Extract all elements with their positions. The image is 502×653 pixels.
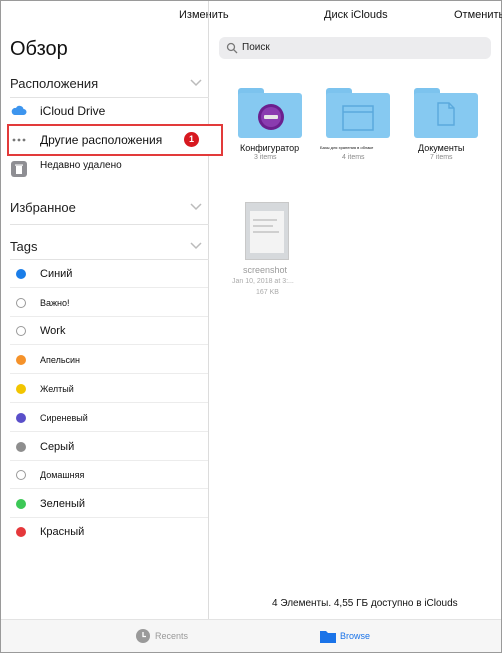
tag-label: Апельсин — [40, 355, 81, 365]
tab-label: Recents — [155, 631, 189, 641]
chevron-down-icon — [190, 242, 202, 250]
tag-item-work[interactable]: Work — [10, 317, 208, 345]
chevron-down-icon — [190, 79, 202, 87]
tab-bar: Recents Browse — [1, 619, 501, 652]
tag-label: Красный — [40, 526, 85, 538]
tag-item-green[interactable]: Зеленый — [10, 490, 208, 518]
sidebar-title: Обзор — [10, 38, 68, 60]
tag-label: Домашняя — [40, 470, 85, 480]
sidebar-item-label: Другие расположения — [40, 133, 163, 147]
tag-label: Серый — [40, 441, 75, 453]
tag-item-lilac[interactable]: Сиреневый — [10, 404, 208, 432]
sidebar-item-recently-deleted[interactable]: Недавно удалено — [10, 156, 208, 182]
tag-color-dot — [16, 470, 26, 480]
chevron-down-icon — [190, 203, 202, 211]
tag-label: Work — [40, 325, 66, 337]
sidebar-item-other-locations[interactable]: Другие расположения — [10, 127, 208, 153]
notification-badge: 1 — [184, 132, 199, 147]
tag-item-yellow[interactable]: Желтый — [10, 375, 208, 403]
thumbnail-line — [253, 231, 279, 233]
search-input[interactable]: Поиск — [219, 37, 491, 59]
favorites-header-label: Избранное — [10, 200, 76, 215]
tag-color-dot — [16, 298, 26, 308]
page-title: Диск iClouds — [324, 9, 388, 21]
cancel-button[interactable]: Отменить — [454, 9, 502, 21]
more-icon — [12, 138, 26, 142]
file-name: Конфигуратор — [240, 143, 300, 153]
storage-status: 4 Элементы. 4,55 ГБ доступно в iClouds — [272, 598, 458, 609]
clock-icon — [136, 629, 150, 643]
tag-color-dot — [16, 269, 26, 279]
tag-color-dot — [16, 499, 26, 509]
icloud-icon — [11, 105, 27, 115]
tag-item-home[interactable]: Домашняя — [10, 461, 208, 489]
locations-section-header[interactable]: Расположения — [10, 72, 202, 96]
tag-item-blue[interactable]: Синий — [10, 260, 208, 288]
folder-documents[interactable] — [414, 88, 478, 138]
thumbnail-line — [253, 219, 277, 221]
sidebar-item-label: Недавно удалено — [40, 160, 122, 171]
file-meta: 4 items — [342, 154, 365, 161]
sidebar-item-icloud-drive[interactable]: iCloud Drive — [10, 98, 208, 124]
tag-label: Синий — [40, 268, 73, 280]
file-meta: 7 items — [430, 154, 453, 161]
divider — [10, 224, 209, 225]
tag-label: Желтый — [40, 384, 74, 394]
tags-header-label: Tags — [10, 239, 38, 254]
file-size: 167 KB — [256, 289, 279, 296]
tags-section-header[interactable]: Tags — [10, 235, 202, 259]
sidebar-item-label: iCloud Drive — [40, 104, 106, 118]
tag-color-dot — [16, 384, 26, 394]
document-icon — [437, 102, 455, 126]
search-placeholder: Поиск — [242, 42, 270, 53]
search-icon — [226, 42, 238, 54]
folder-cloud-bases[interactable] — [326, 88, 390, 138]
tag-item-red[interactable]: Красный — [10, 518, 208, 546]
folder-configurator[interactable] — [238, 88, 302, 138]
window-icon — [342, 105, 374, 131]
tag-item-orange[interactable]: Апельсин — [10, 346, 208, 374]
tag-label: Важно! — [40, 298, 70, 308]
configurator-app-icon — [258, 104, 284, 130]
tag-item-important[interactable]: Важно! — [10, 289, 208, 317]
file-name: screenshot — [243, 265, 288, 275]
thumbnail-line — [253, 225, 273, 227]
tag-item-gray[interactable]: Серый — [10, 433, 208, 461]
tag-color-dot — [16, 326, 26, 336]
folder-icon — [320, 631, 336, 643]
tag-label: Сиреневый — [40, 413, 88, 423]
favorites-section-header[interactable]: Избранное — [10, 196, 202, 220]
file-name: Базы для хранения в облаке — [320, 145, 374, 150]
trash-icon — [11, 161, 27, 177]
tab-label: Browse — [340, 631, 371, 641]
tag-color-dot — [16, 355, 26, 365]
file-name: Документы — [418, 143, 465, 153]
locations-header-label: Расположения — [10, 76, 99, 91]
tag-color-dot — [16, 442, 26, 452]
file-date: Jan 10, 2018 at 3:... — [232, 278, 294, 285]
file-thumbnail-screenshot[interactable] — [245, 202, 289, 260]
tag-color-dot — [16, 527, 26, 537]
tag-label: Зеленый — [40, 498, 86, 510]
file-meta: 3 items — [254, 154, 277, 161]
tag-color-dot — [16, 413, 26, 423]
